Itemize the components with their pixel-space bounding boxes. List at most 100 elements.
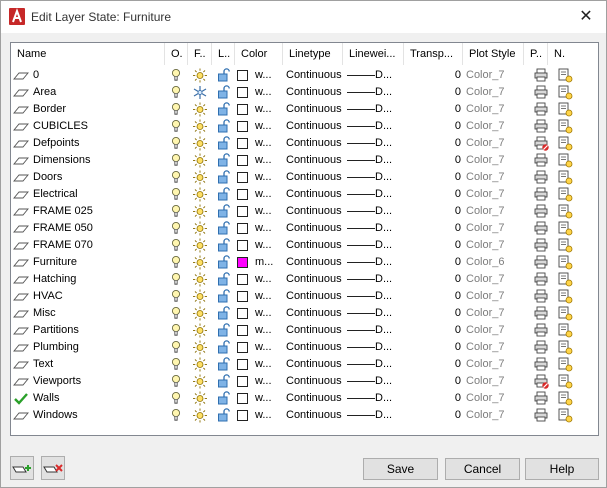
no-plot-printer-icon[interactable]: [532, 135, 550, 152]
layer-linetype[interactable]: Continuous: [286, 135, 346, 152]
thawed-sun-icon[interactable]: [191, 169, 209, 186]
layer-color-name[interactable]: w...: [255, 373, 281, 390]
color-swatch[interactable]: [237, 376, 248, 387]
plot-printer-icon[interactable]: [532, 220, 550, 237]
new-vp-freeze-icon[interactable]: [556, 186, 574, 203]
layer-color-name[interactable]: w...: [255, 84, 281, 101]
help-button[interactable]: Help: [525, 458, 599, 480]
layer-linetype[interactable]: Continuous: [286, 220, 346, 237]
layer-color-name[interactable]: w...: [255, 305, 281, 322]
thawed-sun-icon[interactable]: [191, 152, 209, 169]
layer-transparency[interactable]: 0: [409, 305, 461, 322]
layer-row[interactable]: Viewports w... Continuous D... 0 Color_7: [11, 373, 598, 390]
color-swatch[interactable]: [237, 342, 248, 353]
new-vp-freeze-icon[interactable]: [556, 339, 574, 356]
color-swatch[interactable]: [237, 189, 248, 200]
layer-lineweight[interactable]: D...: [375, 288, 397, 305]
new-layer-button[interactable]: [10, 456, 34, 480]
color-swatch[interactable]: [237, 325, 248, 336]
layer-linetype[interactable]: Continuous: [286, 305, 346, 322]
on-bulb-icon[interactable]: [167, 390, 185, 407]
on-bulb-icon[interactable]: [167, 152, 185, 169]
color-swatch[interactable]: [237, 410, 248, 421]
layer-row[interactable]: 0 w... Continuous D... 0 Color_7: [11, 67, 598, 84]
layer-color-name[interactable]: w...: [255, 118, 281, 135]
layer-linetype[interactable]: Continuous: [286, 169, 346, 186]
layer-row[interactable]: Text w... Continuous D... 0 Color_7: [11, 356, 598, 373]
layer-color-name[interactable]: w...: [255, 186, 281, 203]
layer-row[interactable]: CUBICLES w... Continuous D... 0 Color_7: [11, 118, 598, 135]
layer-linetype[interactable]: Continuous: [286, 237, 346, 254]
unlocked-padlock-icon[interactable]: [215, 135, 233, 152]
new-vp-freeze-icon[interactable]: [556, 254, 574, 271]
layer-color-name[interactable]: w...: [255, 169, 281, 186]
layer-lineweight[interactable]: D...: [375, 254, 397, 271]
layer-row[interactable]: FRAME 025 w... Continuous D... 0 Color_7: [11, 203, 598, 220]
unlocked-padlock-icon[interactable]: [215, 152, 233, 169]
layer-transparency[interactable]: 0: [409, 322, 461, 339]
thawed-sun-icon[interactable]: [191, 271, 209, 288]
unlocked-padlock-icon[interactable]: [215, 322, 233, 339]
layer-transparency[interactable]: 0: [409, 373, 461, 390]
layer-transparency[interactable]: 0: [409, 356, 461, 373]
plot-printer-icon[interactable]: [532, 305, 550, 322]
column-header-lock[interactable]: L..: [212, 43, 235, 65]
unlocked-padlock-icon[interactable]: [215, 254, 233, 271]
layer-linetype[interactable]: Continuous: [286, 288, 346, 305]
column-header-transparency[interactable]: Transp...: [404, 43, 463, 65]
plot-printer-icon[interactable]: [532, 271, 550, 288]
thawed-sun-icon[interactable]: [191, 118, 209, 135]
layer-row[interactable]: HVAC w... Continuous D... 0 Color_7: [11, 288, 598, 305]
layer-lineweight[interactable]: D...: [375, 169, 397, 186]
layer-linetype[interactable]: Continuous: [286, 84, 346, 101]
on-bulb-icon[interactable]: [167, 373, 185, 390]
layer-lineweight[interactable]: D...: [375, 152, 397, 169]
layer-row[interactable]: FRAME 050 w... Continuous D... 0 Color_7: [11, 220, 598, 237]
plot-printer-icon[interactable]: [532, 101, 550, 118]
color-swatch[interactable]: [237, 393, 248, 404]
layer-transparency[interactable]: 0: [409, 407, 461, 424]
color-swatch[interactable]: [237, 308, 248, 319]
layer-row[interactable]: Border w... Continuous D... 0 Color_7: [11, 101, 598, 118]
new-vp-freeze-icon[interactable]: [556, 390, 574, 407]
layer-list[interactable]: Name O. F.. L.. Color Linetype Linewei..…: [10, 42, 599, 436]
new-vp-freeze-icon[interactable]: [556, 169, 574, 186]
layer-color-name[interactable]: w...: [255, 288, 281, 305]
layer-transparency[interactable]: 0: [409, 390, 461, 407]
layer-lineweight[interactable]: D...: [375, 271, 397, 288]
close-button[interactable]: ✕: [576, 7, 596, 27]
on-bulb-icon[interactable]: [167, 356, 185, 373]
plot-printer-icon[interactable]: [532, 118, 550, 135]
layer-lineweight[interactable]: D...: [375, 373, 397, 390]
layer-color-name[interactable]: m...: [255, 254, 281, 271]
on-bulb-icon[interactable]: [167, 237, 185, 254]
color-swatch[interactable]: [237, 291, 248, 302]
layer-transparency[interactable]: 0: [409, 152, 461, 169]
layer-transparency[interactable]: 0: [409, 288, 461, 305]
thawed-sun-icon[interactable]: [191, 305, 209, 322]
plot-printer-icon[interactable]: [532, 356, 550, 373]
no-plot-printer-icon[interactable]: [532, 373, 550, 390]
unlocked-padlock-icon[interactable]: [215, 101, 233, 118]
on-bulb-icon[interactable]: [167, 305, 185, 322]
layer-transparency[interactable]: 0: [409, 135, 461, 152]
unlocked-padlock-icon[interactable]: [215, 390, 233, 407]
layer-color-name[interactable]: w...: [255, 135, 281, 152]
plot-printer-icon[interactable]: [532, 390, 550, 407]
thawed-sun-icon[interactable]: [191, 390, 209, 407]
thawed-sun-icon[interactable]: [191, 373, 209, 390]
thawed-sun-icon[interactable]: [191, 356, 209, 373]
unlocked-padlock-icon[interactable]: [215, 288, 233, 305]
column-header-new-vp-freeze[interactable]: N.: [548, 43, 598, 65]
unlocked-padlock-icon[interactable]: [215, 203, 233, 220]
on-bulb-icon[interactable]: [167, 203, 185, 220]
on-bulb-icon[interactable]: [167, 118, 185, 135]
color-swatch[interactable]: [237, 104, 248, 115]
layer-linetype[interactable]: Continuous: [286, 152, 346, 169]
layer-color-name[interactable]: w...: [255, 220, 281, 237]
layer-color-name[interactable]: w...: [255, 203, 281, 220]
color-swatch[interactable]: [237, 257, 248, 268]
layer-lineweight[interactable]: D...: [375, 186, 397, 203]
unlocked-padlock-icon[interactable]: [215, 220, 233, 237]
unlocked-padlock-icon[interactable]: [215, 118, 233, 135]
